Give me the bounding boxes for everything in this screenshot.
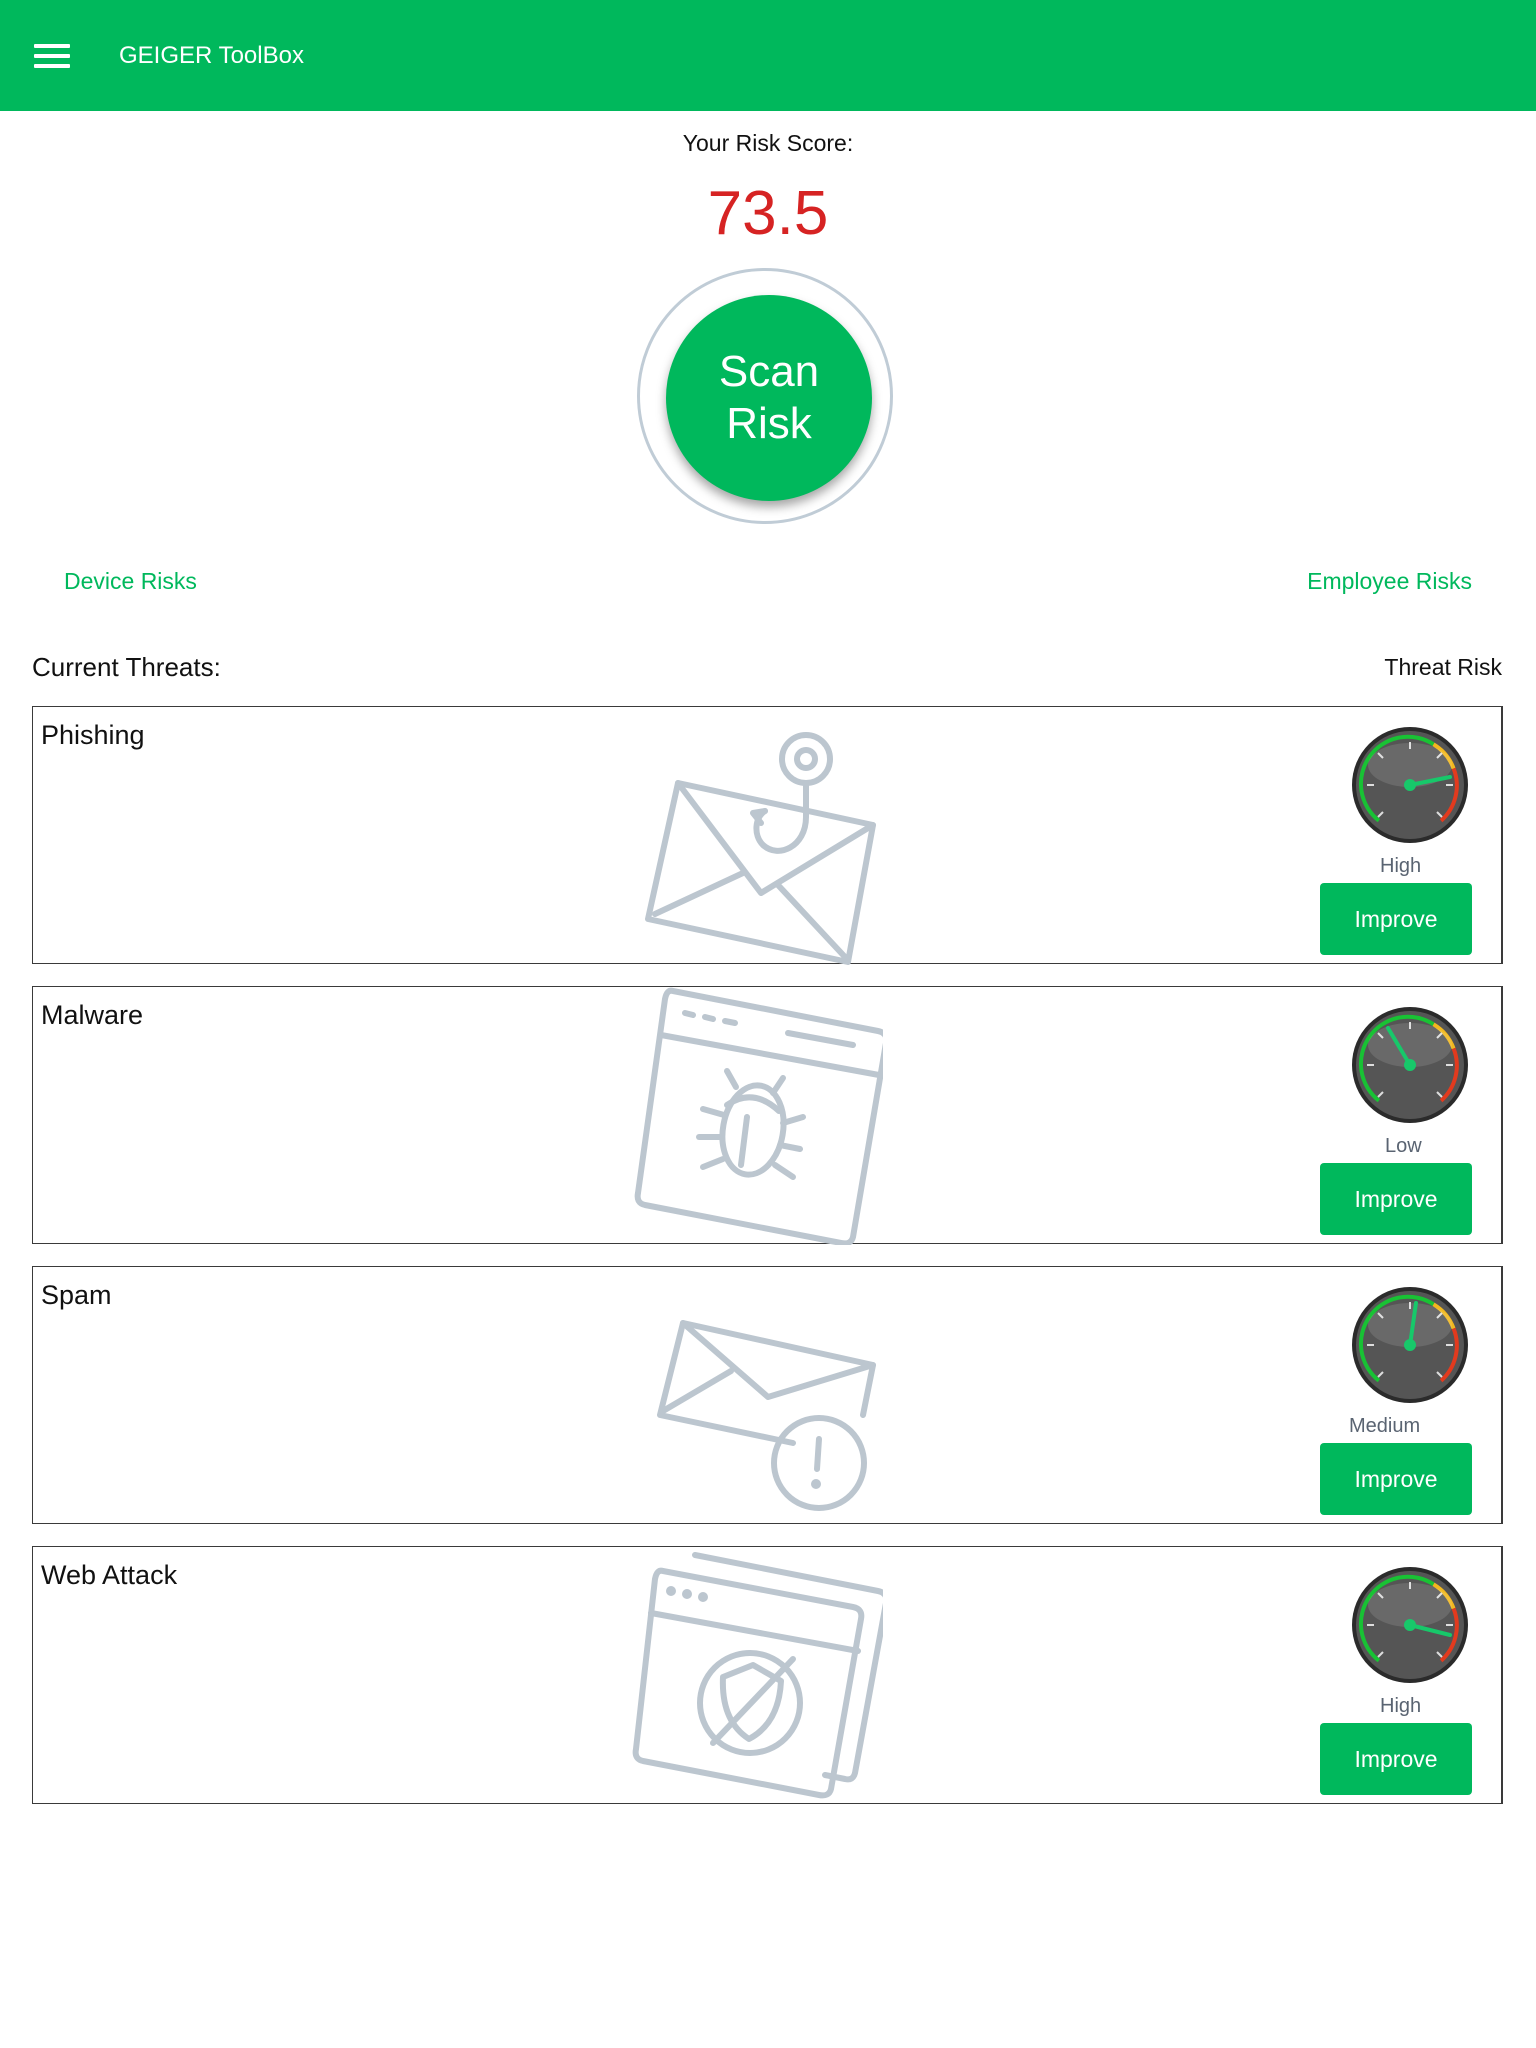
risk-level-label: High	[1380, 1695, 1422, 1717]
phishing-envelope-hook-icon	[645, 732, 876, 965]
scan-button-line1: Scan	[718, 347, 820, 396]
risk-score-value: 73.5	[707, 179, 829, 248]
scan-risk-button[interactable]: Scan Risk	[666, 295, 872, 501]
risk-level-label: High	[1380, 855, 1422, 877]
threat-title: Phishing	[41, 720, 145, 750]
spam-envelope-warning-icon	[657, 1320, 876, 1511]
improve-button[interactable]: Improve	[1320, 883, 1472, 955]
threat-card-malware: Malware Low Improve	[32, 986, 1503, 1245]
threat-title: Web Attack	[41, 1560, 178, 1590]
employee-risks-link[interactable]: Employee Risks	[1307, 568, 1472, 595]
app-bar: GEIGER ToolBox	[0, 0, 1536, 111]
malware-bug-window-icon	[634, 987, 883, 1245]
improve-button[interactable]: Improve	[1320, 1443, 1472, 1515]
threat-card-spam: Spam Medium Improve	[32, 1266, 1503, 1524]
improve-button[interactable]: Improve	[1320, 1723, 1472, 1795]
risk-gauge-icon	[1352, 727, 1468, 843]
current-threats-heading: Current Threats:	[32, 652, 221, 682]
threat-risk-heading: Threat Risk	[1384, 654, 1502, 680]
risk-gauge-icon	[1352, 1567, 1468, 1683]
risk-level-label: Low	[1385, 1135, 1422, 1157]
risk-gauge-icon	[1352, 1007, 1468, 1123]
hamburger-menu-icon[interactable]	[30, 40, 78, 72]
threat-card-web-attack: Web Attack High Improve	[32, 1546, 1503, 1804]
threat-title: Spam	[41, 1280, 112, 1310]
improve-button[interactable]: Improve	[1320, 1163, 1472, 1235]
risk-level-label: Medium	[1349, 1415, 1421, 1437]
device-risks-link[interactable]: Device Risks	[64, 568, 197, 595]
scan-button-line2: Risk	[726, 399, 812, 448]
threat-card-phishing: Phishing High Improve	[32, 706, 1503, 965]
risk-gauge-icon	[1352, 1287, 1468, 1403]
risk-score-label: Your Risk Score:	[682, 130, 854, 156]
app-title: GEIGER ToolBox	[119, 42, 304, 69]
web-attack-shield-window-icon	[632, 1552, 883, 1799]
threat-title: Malware	[41, 1000, 144, 1030]
